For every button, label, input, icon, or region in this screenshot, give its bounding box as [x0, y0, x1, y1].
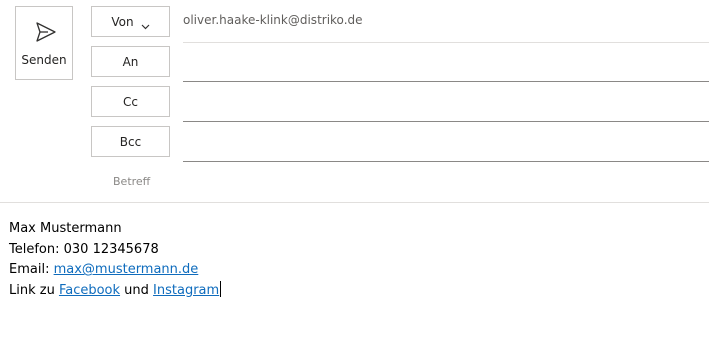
signature-phone: Telefon: 030 12345678 [9, 241, 159, 257]
instagram-link[interactable]: Instagram [153, 283, 219, 298]
header-divider [0, 202, 709, 203]
signature-links-line: Link zu Facebook und Instagram [9, 280, 699, 302]
signature-links-join: und [120, 282, 154, 298]
from-divider [183, 42, 709, 43]
cc-input[interactable] [183, 92, 709, 122]
from-button-label: Von [111, 14, 134, 29]
from-address: oliver.haake-klink@distriko.de [183, 13, 363, 27]
to-button-label: An [122, 54, 139, 69]
subject-label: Betreff [113, 175, 151, 188]
email-link[interactable]: max@mustermann.de [54, 262, 199, 277]
bcc-input[interactable] [183, 132, 709, 162]
send-icon [35, 21, 57, 43]
text-cursor [220, 280, 222, 297]
signature-email-line: Email: max@mustermann.de [9, 260, 699, 281]
chevron-down-icon [141, 19, 150, 29]
to-button[interactable]: An [91, 46, 170, 77]
to-input[interactable] [183, 52, 709, 82]
signature-links-prefix: Link zu [9, 282, 59, 298]
bcc-button[interactable]: Bcc [91, 126, 170, 157]
from-button[interactable]: Von [91, 6, 170, 37]
cc-button-label: Cc [123, 94, 138, 109]
cc-button[interactable]: Cc [91, 86, 170, 117]
subject-input[interactable] [183, 168, 709, 196]
send-button[interactable]: Senden [15, 6, 73, 80]
bcc-button-label: Bcc [119, 134, 142, 149]
signature-email-prefix: Email: [9, 262, 54, 277]
facebook-link[interactable]: Facebook [59, 283, 120, 298]
signature-name: Max Mustermann [9, 221, 122, 236]
message-body[interactable]: Max Mustermann Telefon: 030 12345678 Ema… [9, 219, 699, 301]
send-button-label: Senden [21, 53, 67, 67]
